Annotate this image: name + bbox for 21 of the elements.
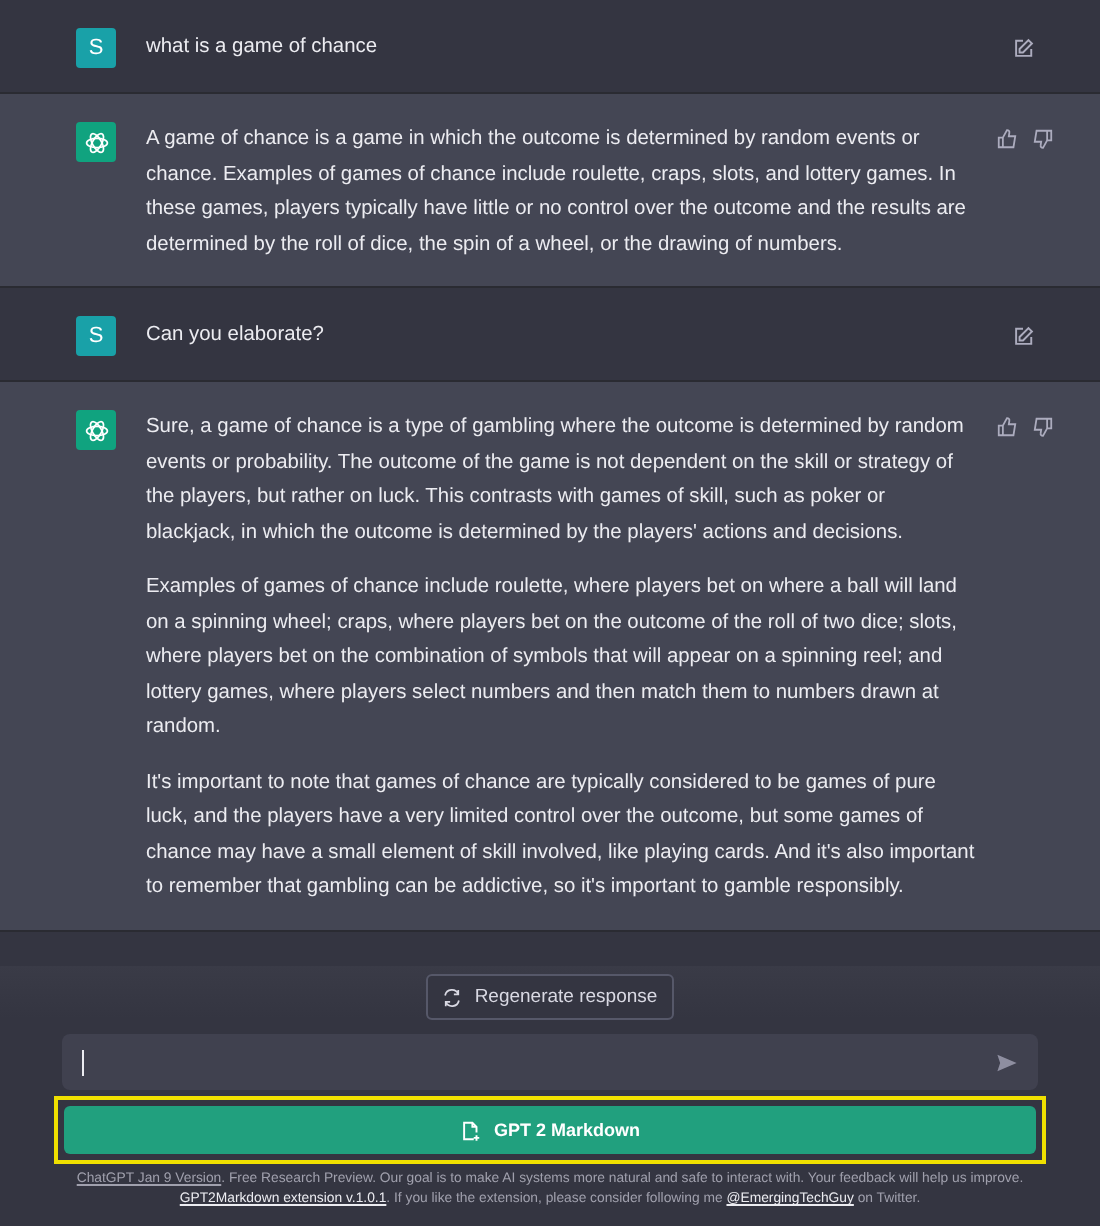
user-avatar: S bbox=[76, 28, 116, 68]
message-input[interactable] bbox=[62, 1034, 1038, 1090]
document-icon bbox=[459, 1119, 482, 1141]
thumbs-down-icon[interactable] bbox=[1032, 416, 1054, 438]
thumbs-up-icon[interactable] bbox=[996, 128, 1018, 150]
message-text: It's important to note that games of chance are typically considered to be games of pure luck, and the players have a very limited control over the outcome, but some games of chance may have a small element of skill involved, like playing cards. And it's also important to remember that gambling can be addictive, so it's important to gamble responsibly. bbox=[146, 769, 976, 902]
message-text: Sure, a game of chance is a type of gambling where the outcome is determined by random events or probability. The outcome of the game is not dependent on the skill or strategy of the players, but rather on luck. This contrasts with games of skill, such as poker or blackjack, in which the outcome is determined by the players' actions and decisions. bbox=[146, 414, 966, 547]
thumbs-down-icon[interactable] bbox=[1032, 128, 1054, 150]
refresh-icon bbox=[442, 987, 463, 1007]
user-avatar: S bbox=[76, 316, 116, 356]
thumbs-up-icon[interactable] bbox=[996, 416, 1018, 438]
edit-icon[interactable] bbox=[1012, 326, 1034, 348]
message-text: Examples of games of chance include roulette, where players bet on where a ball will land on a spinning wheel; craps, where players bet on the outcome of the roll of two dice; slots, where players bet on the combination of symbols that will appear on a spinning reel; and lottery games, where players select numbers and then match them to numbers drawn at random. bbox=[146, 574, 959, 742]
message-text: what is a game of chance bbox=[146, 34, 380, 62]
regenerate-button[interactable]: Regenerate response bbox=[426, 974, 674, 1020]
message-text: Can you elaborate? bbox=[146, 322, 326, 350]
edit-icon[interactable] bbox=[1012, 38, 1034, 60]
send-icon[interactable] bbox=[996, 1051, 1018, 1073]
message-text: A game of chance is a game in which the outcome is determined by random events or chance. Examples of games of chance include roulette, craps, slots, and lottery games. In these games, players typically have little or no control over the outcome and the results are determined by the roll of dice, the spin of a wheel, or the drawing of numbers. bbox=[146, 126, 968, 259]
assistant-avatar bbox=[76, 410, 116, 450]
assistant-avatar bbox=[76, 122, 116, 162]
